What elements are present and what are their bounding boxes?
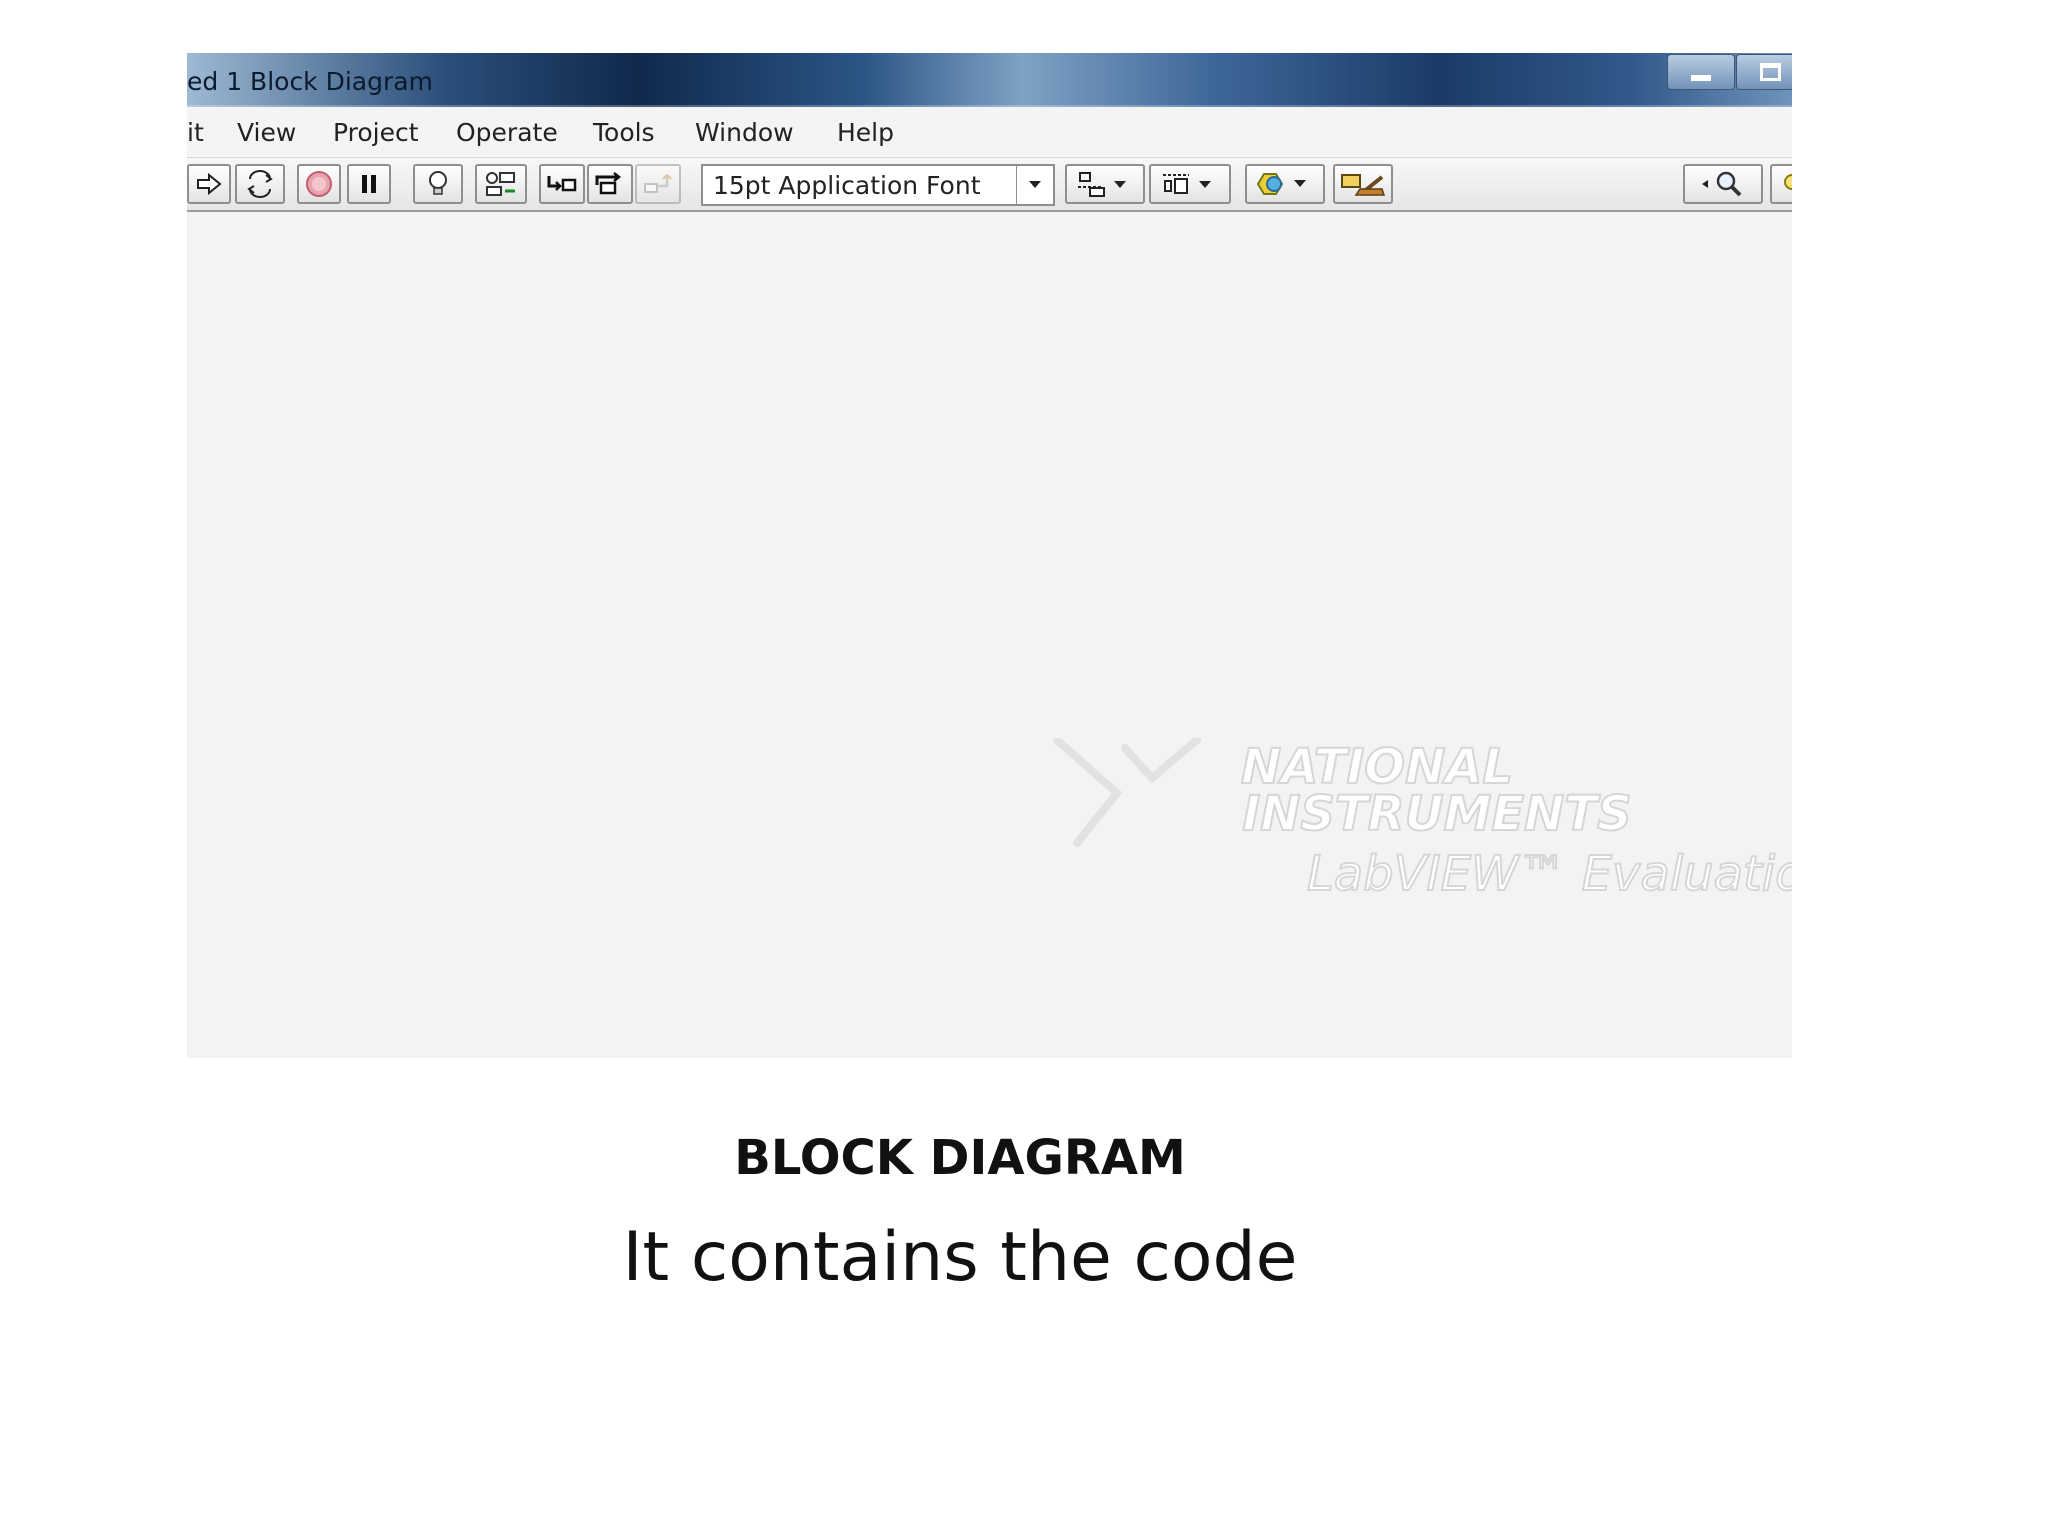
search-icon [1702, 171, 1742, 197]
reorder-button[interactable] [1245, 164, 1325, 204]
slide-caption-title: BLOCK DIAGRAM [734, 1130, 1186, 1186]
ni-labview-watermark: NATIONAL INSTRUMENTS LabVIEW™ Evaluation… [1053, 738, 1792, 903]
menu-view[interactable]: View [237, 118, 296, 147]
ni-eagle-logo-icon [1053, 738, 1201, 847]
step-out-button[interactable] [635, 164, 681, 204]
watermark-line2: INSTRUMENTS [1242, 786, 1631, 842]
menu-operate[interactable]: Operate [456, 118, 558, 147]
step-over-button[interactable] [587, 164, 633, 204]
distribute-objects-button[interactable] [1149, 164, 1231, 204]
toolbar: 15pt Application Font [187, 158, 1792, 212]
menu-bar: it View Project Operate Tools Window Hel… [187, 107, 1792, 158]
menu-edit[interactable]: it [187, 118, 204, 147]
retain-wire-values-icon [486, 172, 515, 196]
watermark-line3: LabVIEW™ Evaluation Softwa [1307, 846, 1792, 902]
menu-project[interactable]: Project [333, 118, 419, 147]
menu-help[interactable]: Help [837, 118, 894, 147]
pause-button[interactable] [347, 164, 391, 204]
step-out-icon [644, 173, 672, 193]
step-into-button[interactable] [539, 164, 585, 204]
run-button[interactable] [187, 164, 231, 204]
align-objects-button[interactable] [1065, 164, 1145, 204]
window-title: ed 1 Block Diagram [187, 67, 433, 96]
abort-icon [306, 171, 332, 197]
align-objects-icon [1078, 172, 1126, 197]
highlight-execution-icon [429, 171, 447, 195]
run-arrow-icon [197, 172, 222, 196]
menu-tools[interactable]: Tools [593, 118, 655, 147]
menu-window[interactable]: Window [695, 118, 794, 147]
font-select-value: 15pt Application Font [713, 170, 981, 200]
run-continuously-icon [247, 170, 273, 198]
slide-caption-subtitle: It contains the code [622, 1218, 1298, 1297]
labview-block-diagram-window: ed 1 Block Diagram it View Project Opera… [187, 53, 1792, 1058]
block-diagram-canvas[interactable] [187, 212, 1792, 1055]
retain-wire-values-button[interactable] [475, 164, 527, 204]
pause-icon [362, 175, 376, 193]
context-help-button[interactable] [1770, 164, 1792, 204]
maximize-button[interactable] [1736, 54, 1792, 90]
step-into-icon [547, 176, 577, 192]
text-settings-dropdown[interactable]: 15pt Application Font [701, 164, 1055, 206]
minimize-button[interactable] [1667, 54, 1735, 90]
distribute-objects-icon [1163, 174, 1211, 194]
clean-up-diagram-icon [1341, 174, 1386, 196]
search-button[interactable] [1683, 164, 1763, 204]
chevron-down-icon [1016, 166, 1053, 204]
run-continuously-button[interactable] [235, 164, 285, 204]
clean-up-diagram-button[interactable] [1333, 164, 1393, 204]
step-over-icon [595, 172, 622, 195]
title-bar: ed 1 Block Diagram [187, 53, 1792, 107]
abort-execution-button[interactable] [297, 164, 341, 204]
help-icon [1784, 174, 1792, 190]
reorder-icon [1256, 173, 1306, 195]
highlight-execution-button[interactable] [413, 164, 463, 204]
